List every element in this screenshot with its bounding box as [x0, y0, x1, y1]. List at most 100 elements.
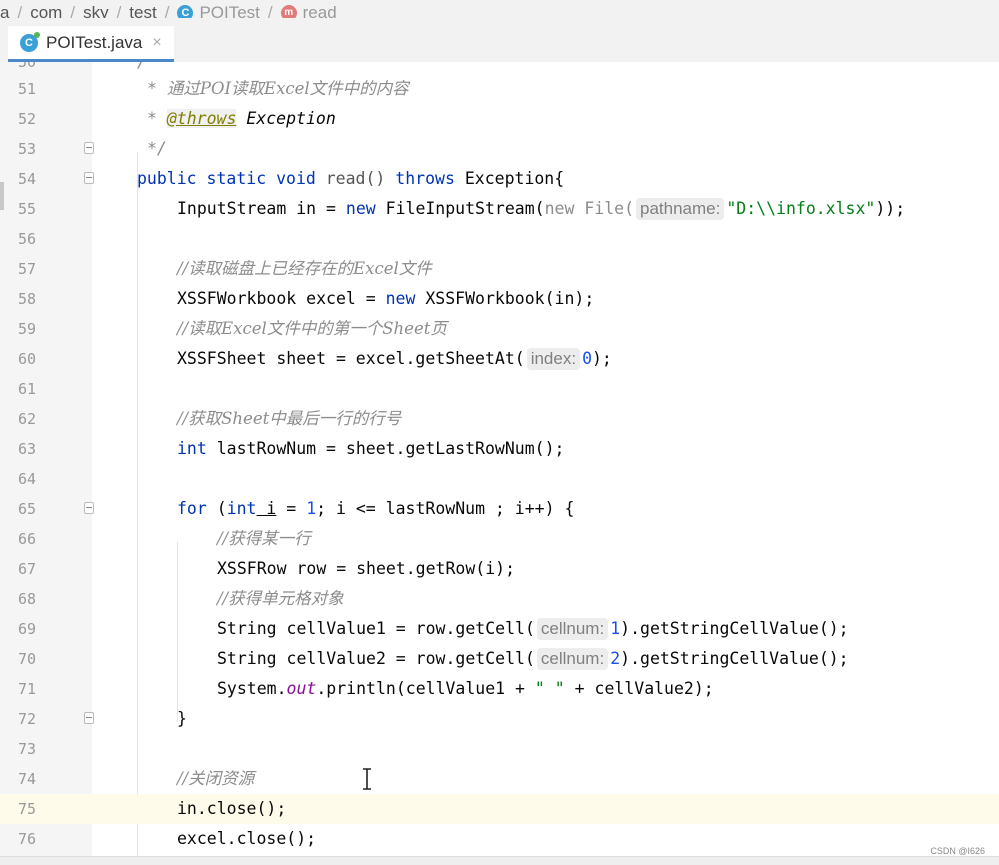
breadcrumb-separator: /	[17, 3, 23, 18]
code-text: public static void read() throws Excepti…	[137, 169, 565, 188]
breadcrumb-item-com[interactable]: com	[30, 3, 62, 18]
code-line: 58 XSSFWorkbook excel = new XSSFWorkbook…	[0, 284, 999, 314]
code-line: 61	[0, 374, 999, 404]
code-line-current: 75 in.close();	[0, 794, 999, 824]
parameter-hint: cellnum:	[536, 648, 609, 670]
line-number: 60	[17, 350, 36, 368]
line-number: 66	[17, 530, 36, 548]
code-line: 70 String cellValue2 = row.getCell(celln…	[0, 644, 999, 674]
breadcrumb-separator: /	[267, 3, 273, 18]
code-text: * @throws Exception	[147, 109, 336, 128]
line-number: 65	[17, 500, 36, 518]
line-number: 62	[17, 410, 36, 428]
line-number: 54	[17, 170, 36, 188]
code-comment: //读取Excel文件中的第一个Sheet页	[177, 319, 447, 338]
close-icon[interactable]: ×	[152, 34, 161, 52]
tab-poitest-java[interactable]: C POITest.java ×	[8, 26, 174, 62]
code-text: System.out.println(cellValue1 + " " + ce…	[217, 679, 714, 698]
breadcrumb-separator: /	[70, 3, 76, 18]
breadcrumb-item-test[interactable]: test	[129, 3, 156, 18]
code-text: XSSFSheet sheet = excel.getSheetAt(index…	[177, 348, 612, 370]
code-line: 66 //获得某一行	[0, 524, 999, 554]
line-number: 69	[17, 620, 36, 638]
code-comment: //关闭资源	[177, 769, 255, 788]
code-line: 62 //获取Sheet中最后一行的行号	[0, 404, 999, 434]
code-text: String cellValue2 = row.getCell(cellnum:…	[217, 648, 849, 670]
line-number: 75	[17, 800, 36, 818]
line-number: 58	[17, 290, 36, 308]
code-line: 56	[0, 224, 999, 254]
code-line: 76 excel.close();	[0, 824, 999, 854]
code-text: InputStream in = new FileInputStream(new…	[177, 198, 906, 220]
code-text: XSSFWorkbook excel = new XSSFWorkbook(in…	[177, 289, 595, 308]
code-text: */	[147, 139, 167, 158]
code-line: 63 int lastRowNum = sheet.getLastRowNum(…	[0, 434, 999, 464]
parameter-hint: index:	[526, 348, 581, 370]
code-line: 72 }	[0, 704, 999, 734]
tab-label: POITest.java	[46, 32, 143, 52]
code-editor[interactable]: 50 / 51 * 通过POI读取Excel文件中的内容 52 * @throw…	[0, 62, 999, 856]
code-line: 73	[0, 734, 999, 764]
code-comment: //读取磁盘上已经存在的Excel文件	[177, 259, 432, 278]
code-line: 71 System.out.println(cellValue1 + " " +…	[0, 674, 999, 704]
code-line: 55 InputStream in = new FileInputStream(…	[0, 194, 999, 224]
code-line: 52 * @throws Exception	[0, 104, 999, 134]
code-text: for (int i = 1; i <= lastRowNum ; i++) {	[177, 499, 575, 518]
line-number: 53	[17, 140, 36, 158]
code-comment: //获得某一行	[217, 529, 311, 548]
code-text: }	[177, 709, 187, 728]
code-line: 51 * 通过POI读取Excel文件中的内容	[0, 74, 999, 104]
code-line: 69 String cellValue1 = row.getCell(celln…	[0, 614, 999, 644]
code-text: XSSFRow row = sheet.getRow(i);	[217, 559, 516, 578]
code-text: String cellValue1 = row.getCell(cellnum:…	[217, 618, 849, 640]
code-text: in.close();	[177, 799, 287, 818]
line-number: 70	[17, 650, 36, 668]
line-number: 74	[17, 770, 36, 788]
code-line: 54 public static void read() throws Exce…	[0, 164, 999, 194]
line-number: 76	[17, 830, 36, 848]
breadcrumb-item-a[interactable]: a	[0, 3, 9, 18]
fold-icon[interactable]	[84, 712, 94, 724]
java-class-icon: C	[20, 31, 40, 52]
fold-icon[interactable]	[84, 502, 94, 514]
code-line: 67 XSSFRow row = sheet.getRow(i);	[0, 554, 999, 584]
parameter-hint: pathname:	[636, 198, 725, 220]
text-cursor-icon	[363, 768, 371, 790]
breadcrumb-item-class[interactable]: POITest	[199, 3, 259, 18]
line-number: 72	[17, 710, 36, 728]
code-line: 60 XSSFSheet sheet = excel.getSheetAt(in…	[0, 344, 999, 374]
breadcrumb-separator: /	[116, 3, 122, 18]
watermark: CSDN @I626	[930, 846, 985, 856]
breadcrumb-item-sky[interactable]: sky	[83, 3, 109, 18]
code-line: 53 */	[0, 134, 999, 164]
line-number: 61	[17, 380, 36, 398]
line-number: 51	[17, 80, 36, 98]
breadcrumb: a / com / sky / test / C POITest / m read	[0, 0, 999, 18]
line-number: 63	[17, 440, 36, 458]
fold-icon[interactable]	[84, 142, 94, 154]
breadcrumb-item-method[interactable]: read	[303, 3, 337, 18]
class-icon: C	[177, 5, 194, 18]
fold-icon[interactable]	[84, 172, 94, 184]
parameter-hint: cellnum:	[536, 618, 609, 640]
line-number: 71	[17, 680, 36, 698]
breadcrumb-separator: /	[164, 3, 170, 18]
code-text: excel.close();	[177, 829, 317, 848]
code-line: 74 //关闭资源	[0, 764, 999, 794]
line-number: 73	[17, 740, 36, 758]
line-number: 56	[17, 230, 36, 248]
code-text: int lastRowNum = sheet.getLastRowNum();	[177, 439, 565, 458]
line-number: 59	[17, 320, 36, 338]
line-number: 55	[17, 200, 36, 218]
line-number: 64	[17, 470, 36, 488]
line-number: 52	[17, 110, 36, 128]
code-line: 65 for (int i = 1; i <= lastRowNum ; i++…	[0, 494, 999, 524]
line-number: 67	[17, 560, 36, 578]
code-line: 57 //读取磁盘上已经存在的Excel文件	[0, 254, 999, 284]
editor-tab-bar: C POITest.java ×	[0, 18, 999, 63]
method-icon: m	[280, 5, 297, 18]
code-comment: //获取Sheet中最后一行的行号	[177, 409, 402, 428]
code-line: 59 //读取Excel文件中的第一个Sheet页	[0, 314, 999, 344]
line-number: 57	[17, 260, 36, 278]
code-line: 68 //获得单元格对象	[0, 584, 999, 614]
